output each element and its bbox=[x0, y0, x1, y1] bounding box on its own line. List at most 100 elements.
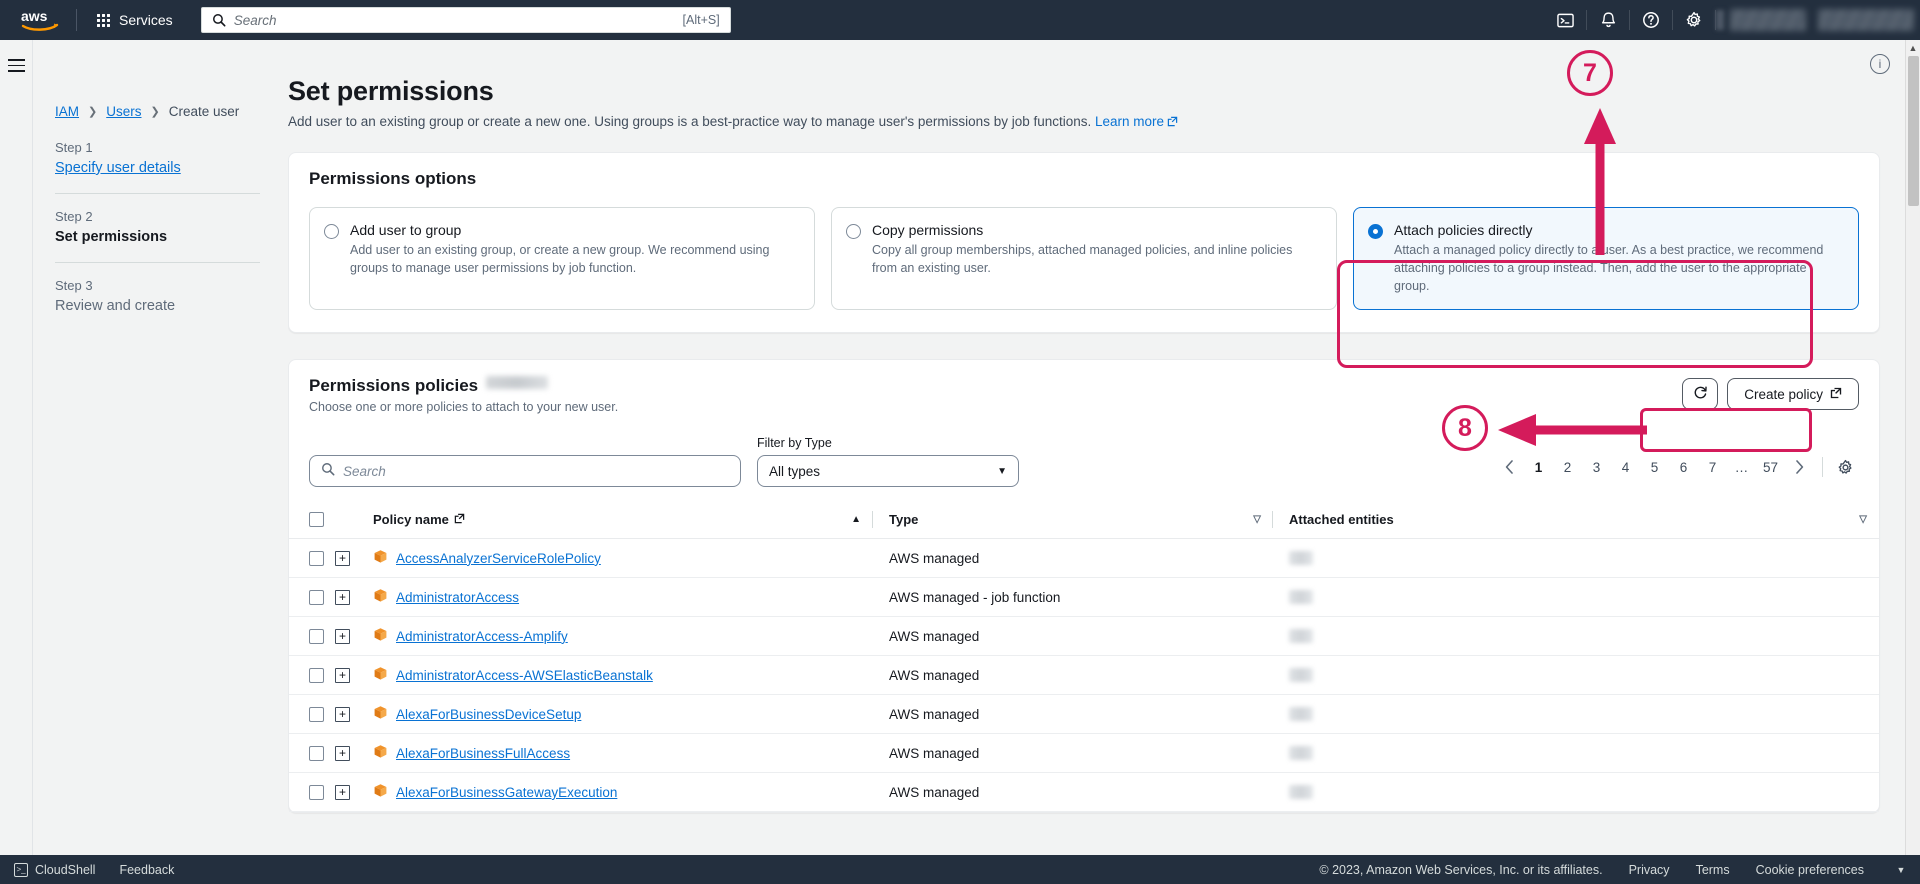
wizard-step-1[interactable]: Step 1 Specify user details bbox=[55, 140, 288, 176]
page-footer: >_ CloudShell Feedback © 2023, Amazon We… bbox=[0, 855, 1920, 884]
refresh-button[interactable] bbox=[1682, 378, 1719, 411]
table-row[interactable]: + AdministratorAccess-AWSElasticBeanstal… bbox=[289, 655, 1879, 696]
breadcrumb-item-users[interactable]: Users bbox=[106, 104, 141, 119]
sort-ascending-icon[interactable]: ▲ bbox=[851, 514, 861, 525]
region-menu-masked[interactable] bbox=[1818, 9, 1914, 31]
policy-name-link[interactable]: AdministratorAccess-AWSElasticBeanstalk bbox=[396, 668, 653, 683]
option-card-attach-policies-directly[interactable]: Attach policies directly Attach a manage… bbox=[1353, 207, 1859, 311]
column-type[interactable]: Type ▽ bbox=[873, 501, 1273, 540]
svg-text:aws: aws bbox=[21, 8, 48, 24]
row-checkbox[interactable] bbox=[309, 784, 324, 800]
services-menu-button[interactable]: Services bbox=[87, 6, 183, 34]
pagination-page-4[interactable]: 4 bbox=[1612, 452, 1639, 482]
row-policy-name-cell: AlexaForBusinessFullAccess bbox=[373, 733, 873, 774]
scrollbar-thumb[interactable] bbox=[1908, 56, 1919, 206]
filter-by-type-label: Filter by Type bbox=[757, 436, 832, 451]
policy-name-link[interactable]: AlexaForBusinessGatewayExecution bbox=[396, 785, 617, 800]
policy-name-link[interactable]: AlexaForBusinessDeviceSetup bbox=[396, 707, 581, 722]
expand-row-icon[interactable]: + bbox=[335, 550, 350, 566]
breadcrumb-item-iam[interactable]: IAM bbox=[55, 104, 79, 119]
row-checkbox[interactable] bbox=[309, 550, 324, 566]
policy-package-icon bbox=[373, 627, 388, 645]
table-row[interactable]: + AdministratorAccess AWS managed - job … bbox=[289, 577, 1879, 618]
info-panel-icon[interactable]: i bbox=[1870, 54, 1890, 74]
row-checkbox[interactable] bbox=[309, 667, 324, 683]
pagination-page-6[interactable]: 6 bbox=[1670, 452, 1697, 482]
row-checkbox[interactable] bbox=[309, 706, 324, 722]
wizard-step-1-label[interactable]: Specify user details bbox=[55, 160, 260, 176]
pagination-next-button[interactable] bbox=[1786, 452, 1813, 482]
radio-add-user-to-group[interactable] bbox=[324, 224, 339, 239]
pagination-page-5[interactable]: 5 bbox=[1641, 452, 1668, 482]
page-scrollbar[interactable]: ▲ bbox=[1905, 40, 1920, 855]
footer-feedback-link[interactable]: Feedback bbox=[119, 863, 174, 877]
help-question-icon[interactable] bbox=[1630, 0, 1672, 40]
expand-row-icon[interactable]: + bbox=[335, 589, 350, 605]
permissions-policies-actions: Create policy bbox=[1682, 376, 1859, 411]
learn-more-link[interactable]: Learn more bbox=[1095, 114, 1164, 129]
select-all-checkbox[interactable] bbox=[309, 512, 324, 528]
radio-copy-permissions[interactable] bbox=[846, 224, 861, 239]
row-type-cell: AWS managed bbox=[873, 538, 1273, 579]
settings-gear-icon[interactable] bbox=[1673, 0, 1715, 40]
radio-attach-policies-directly[interactable] bbox=[1368, 224, 1383, 239]
policy-name-link[interactable]: AdministratorAccess-Amplify bbox=[396, 629, 568, 644]
table-row[interactable]: + AlexaForBusinessDeviceSetup AWS manage… bbox=[289, 694, 1879, 735]
filter-by-type-select[interactable]: All types ▼ bbox=[757, 455, 1019, 488]
permissions-policies-header: Permissions policies Choose one or more … bbox=[289, 360, 1879, 422]
scroll-down-arrow-icon[interactable]: ▼ bbox=[1890, 865, 1912, 875]
pagination-page-1[interactable]: 1 bbox=[1525, 452, 1552, 482]
policy-search-input[interactable] bbox=[343, 463, 729, 479]
global-search-input[interactable] bbox=[233, 12, 683, 28]
permissions-options-header: Permissions options bbox=[289, 153, 1879, 203]
nav-menu-toggle-icon[interactable] bbox=[4, 52, 29, 79]
table-row[interactable]: + AlexaForBusinessGatewayExecution AWS m… bbox=[289, 772, 1879, 813]
expand-row-icon[interactable]: + bbox=[335, 706, 350, 722]
create-policy-button[interactable]: Create policy bbox=[1727, 378, 1859, 411]
row-type-cell: AWS managed bbox=[873, 694, 1273, 735]
refresh-icon bbox=[1693, 385, 1708, 403]
permissions-options-radio-group: Add user to group Add user to an existin… bbox=[289, 203, 1879, 332]
cloudshell-icon[interactable] bbox=[1544, 0, 1586, 40]
pagination-page-57[interactable]: 57 bbox=[1757, 452, 1784, 482]
column-policy-name[interactable]: Policy name ▲ bbox=[373, 501, 873, 540]
sort-icon[interactable]: ▽ bbox=[1859, 514, 1867, 525]
table-preferences-gear-icon[interactable] bbox=[1832, 452, 1859, 482]
table-row[interactable]: + AlexaForBusinessFullAccess AWS managed bbox=[289, 733, 1879, 774]
row-select-cell bbox=[289, 616, 335, 657]
pagination-page-2[interactable]: 2 bbox=[1554, 452, 1581, 482]
sort-icon[interactable]: ▽ bbox=[1253, 514, 1261, 525]
pagination-page-7[interactable]: 7 bbox=[1699, 452, 1726, 482]
option-card-copy-permissions[interactable]: Copy permissions Copy all group membersh… bbox=[831, 207, 1337, 311]
policy-name-link[interactable]: AdministratorAccess bbox=[396, 590, 519, 605]
policy-search-box[interactable] bbox=[309, 455, 741, 488]
option-card-add-user-to-group[interactable]: Add user to group Add user to an existin… bbox=[309, 207, 815, 311]
pagination-prev-button[interactable] bbox=[1496, 452, 1523, 482]
aws-logo[interactable]: aws bbox=[14, 8, 66, 32]
wizard-step-2[interactable]: Step 2 Set permissions bbox=[55, 209, 288, 245]
global-search-box[interactable]: [Alt+S] bbox=[200, 7, 731, 33]
policy-name-link[interactable]: AccessAnalyzerServiceRolePolicy bbox=[396, 551, 601, 566]
row-checkbox[interactable] bbox=[309, 628, 324, 644]
row-checkbox[interactable] bbox=[309, 589, 324, 605]
pagination-page-3[interactable]: 3 bbox=[1583, 452, 1610, 482]
row-expander-cell: + bbox=[335, 616, 373, 657]
expand-row-icon[interactable]: + bbox=[335, 628, 350, 644]
footer-cloudshell-button[interactable]: >_ CloudShell bbox=[14, 862, 95, 877]
footer-cookie-preferences-link[interactable]: Cookie preferences bbox=[1756, 863, 1864, 877]
column-attached-entities[interactable]: Attached entities ▽ bbox=[1273, 501, 1879, 540]
footer-privacy-link[interactable]: Privacy bbox=[1629, 863, 1670, 877]
policy-name-link[interactable]: AlexaForBusinessFullAccess bbox=[396, 746, 570, 761]
expand-row-icon[interactable]: + bbox=[335, 784, 350, 800]
footer-terms-link[interactable]: Terms bbox=[1696, 863, 1730, 877]
footer-copyright: © 2023, Amazon Web Services, Inc. or its… bbox=[1319, 862, 1603, 877]
wizard-divider bbox=[55, 262, 260, 263]
table-row[interactable]: + AccessAnalyzerServiceRolePolicy AWS ma… bbox=[289, 538, 1879, 579]
account-menu-masked[interactable] bbox=[1730, 9, 1806, 31]
scroll-up-arrow-icon[interactable]: ▲ bbox=[1906, 40, 1920, 56]
row-checkbox[interactable] bbox=[309, 745, 324, 761]
expand-row-icon[interactable]: + bbox=[335, 667, 350, 683]
notifications-bell-icon[interactable] bbox=[1587, 0, 1629, 40]
table-row[interactable]: + AdministratorAccess-Amplify AWS manage… bbox=[289, 616, 1879, 657]
expand-row-icon[interactable]: + bbox=[335, 745, 350, 761]
